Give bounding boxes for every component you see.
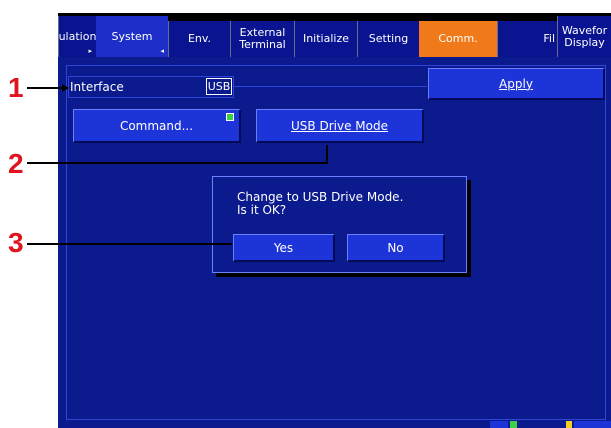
tab-label: External Terminal — [239, 26, 286, 51]
callout-2-stem — [326, 145, 328, 164]
interface-value[interactable]: USB — [206, 78, 232, 95]
tab-env[interactable]: Env. — [168, 21, 230, 57]
apply-label: Apply — [499, 76, 533, 91]
tab-label: System — [111, 29, 153, 43]
interface-label: Interface — [70, 80, 124, 94]
callout-1-line — [27, 87, 63, 89]
media-led-icon — [510, 421, 517, 428]
no-button[interactable]: No — [347, 234, 445, 262]
yes-label: Yes — [273, 240, 294, 255]
callout-2: 2 — [8, 148, 24, 179]
command-label: Command... — [119, 118, 194, 133]
status-led-icon — [226, 113, 234, 121]
yes-button[interactable]: Yes — [233, 234, 335, 262]
clock-icon — [574, 421, 611, 428]
apply-button[interactable]: Apply — [428, 68, 605, 100]
media-status-icon — [490, 421, 508, 428]
tab-label: Comm. — [438, 32, 478, 45]
usb-drive-mode-label: USB Drive Mode — [291, 118, 388, 133]
callout-1: 1 — [8, 72, 24, 103]
tab-waveform-display[interactable]: Wavefor Display — [557, 16, 611, 57]
tab-label: Fil — [543, 32, 555, 45]
tab-label: Setting — [368, 32, 409, 45]
tab-bar: ulation ▸ System ◂ Env. External Termina… — [58, 13, 611, 57]
tab-label: Env. — [187, 32, 212, 45]
dialog-message: Change to USB Drive Mode. Is it OK? — [237, 190, 404, 217]
callout-2-line — [27, 162, 328, 164]
usb-status-icon — [566, 421, 572, 428]
status-bar — [58, 420, 611, 428]
callout-3: 3 — [8, 227, 24, 258]
confirm-dialog: Change to USB Drive Mode. Is it OK? Yes … — [212, 176, 467, 273]
tab-comm[interactable]: Comm. — [419, 21, 497, 57]
tab-scroll-icon: ◂ — [160, 47, 164, 55]
callout-3-line — [27, 243, 232, 245]
tab-simulation[interactable]: ulation ▸ — [58, 16, 96, 57]
device-screen: ulation ▸ System ◂ Env. External Termina… — [58, 13, 611, 428]
command-button[interactable]: Command... — [73, 109, 241, 143]
tab-label: Initialize — [302, 32, 350, 45]
tab-setting[interactable]: Setting — [357, 21, 419, 57]
tab-initialize[interactable]: Initialize — [294, 21, 357, 57]
tab-label: Wavefor Display — [561, 23, 608, 49]
no-label: No — [387, 240, 404, 255]
tab-file[interactable]: Fil — [497, 21, 557, 57]
tab-system[interactable]: System ◂ — [96, 16, 168, 57]
divider — [234, 86, 427, 87]
usb-drive-mode-button[interactable]: USB Drive Mode — [256, 109, 424, 143]
callout-1-arrow-icon — [62, 84, 69, 92]
tab-external-terminal[interactable]: External Terminal — [230, 21, 294, 57]
tab-label: ulation — [58, 29, 97, 43]
tab-scroll-icon: ▸ — [88, 47, 92, 55]
